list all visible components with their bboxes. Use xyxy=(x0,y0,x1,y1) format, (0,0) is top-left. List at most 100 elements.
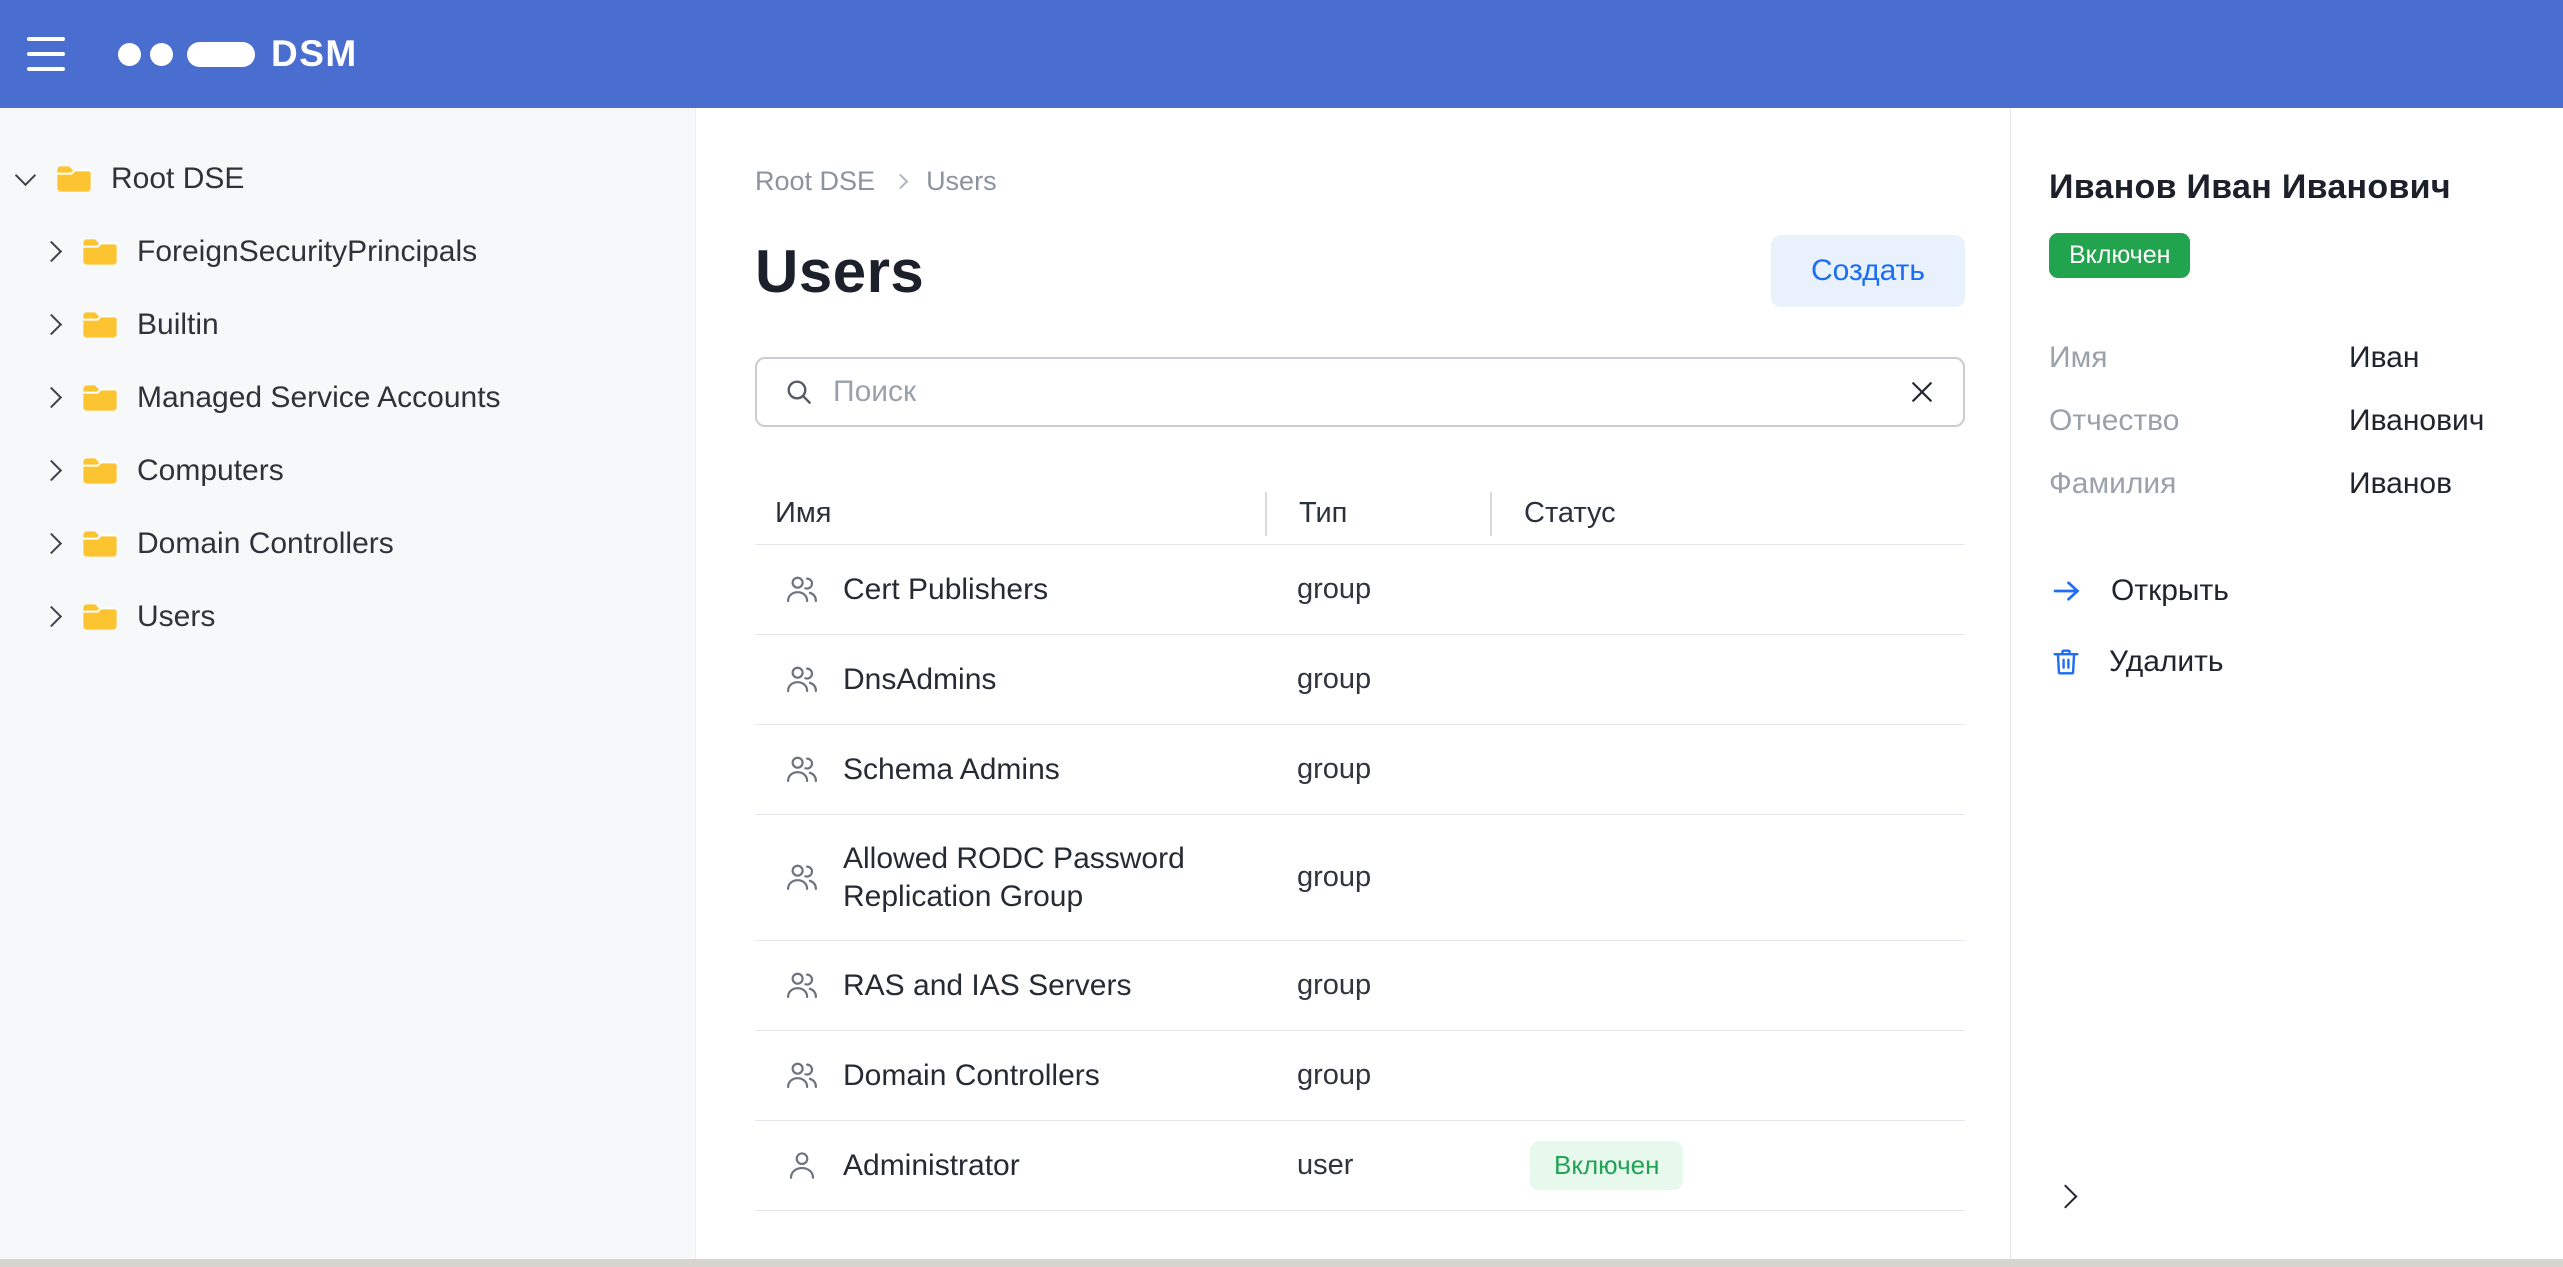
chevron-right-icon[interactable] xyxy=(41,241,62,262)
column-header-type: Тип xyxy=(1265,492,1490,536)
folder-icon xyxy=(81,382,119,414)
tree-node-label: Managed Service Accounts xyxy=(137,381,501,415)
breadcrumb-parent[interactable]: Root DSE xyxy=(755,166,875,197)
page-title: Users xyxy=(755,237,924,306)
collapse-panel-button[interactable] xyxy=(2057,1179,2091,1213)
search-input[interactable] xyxy=(833,375,1907,409)
group-icon xyxy=(783,1057,821,1095)
folder-icon xyxy=(81,601,119,633)
arrow-right-icon xyxy=(2049,573,2085,609)
logo-dot-icon xyxy=(150,43,173,66)
object-name: Domain Controllers xyxy=(843,1057,1100,1095)
open-action[interactable]: Открыть xyxy=(2049,573,2563,609)
object-name: Allowed RODC Password Replication Group xyxy=(843,840,1235,915)
close-icon xyxy=(1907,377,1937,407)
object-name: Schema Admins xyxy=(843,751,1060,789)
main-content: Root DSE Users Users Создать Имя Тип Ста… xyxy=(697,108,2009,1259)
logo-pill-icon xyxy=(187,42,255,67)
hamburger-menu-icon[interactable] xyxy=(27,37,65,71)
field-value: Иван xyxy=(2349,341,2419,375)
chevron-right-icon xyxy=(2053,1184,2077,1208)
brand-name: DSM xyxy=(271,33,358,75)
folder-icon xyxy=(55,163,93,195)
folder-icon xyxy=(81,528,119,560)
chevron-right-icon[interactable] xyxy=(41,387,62,408)
field-row: Фамилия Иванов xyxy=(2049,452,2563,515)
tree-node-label: Builtin xyxy=(137,308,219,342)
table-row[interactable]: Allowed RODC Password Replication Group … xyxy=(755,815,1965,941)
field-row: Отчество Иванович xyxy=(2049,389,2563,452)
breadcrumb-chevron-icon xyxy=(893,174,909,190)
group-icon xyxy=(783,967,821,1005)
group-icon xyxy=(783,571,821,609)
search-box[interactable] xyxy=(755,357,1965,427)
object-type: group xyxy=(1265,861,1490,894)
details-panel: Иванов Иван Иванович Включен Имя Иван От… xyxy=(2010,108,2563,1259)
chevron-right-icon[interactable] xyxy=(41,606,62,627)
tree-node-label: ForeignSecurityPrincipals xyxy=(137,235,477,269)
chevron-right-icon[interactable] xyxy=(41,460,62,481)
delete-action-label: Удалить xyxy=(2109,645,2224,679)
field-value: Иванов xyxy=(2349,467,2452,501)
folder-icon xyxy=(81,309,119,341)
tree-node-computers[interactable]: Computers xyxy=(0,434,695,507)
tree-node-foreignsecurityprincipals[interactable]: ForeignSecurityPrincipals xyxy=(0,215,695,288)
chevron-right-icon[interactable] xyxy=(41,314,62,335)
taskbar-edge xyxy=(0,1259,2563,1267)
folder-icon xyxy=(81,455,119,487)
trash-icon xyxy=(2049,645,2083,679)
tree-node-users[interactable]: Users xyxy=(0,580,695,653)
column-header-status: Статус xyxy=(1490,492,1965,536)
column-header-name: Имя xyxy=(755,492,1265,536)
field-value: Иванович xyxy=(2349,404,2484,438)
group-icon xyxy=(783,859,821,897)
directory-tree-sidebar: Root DSE ForeignSecurityPrincipals Built… xyxy=(0,108,696,1259)
object-type: group xyxy=(1265,573,1490,606)
open-action-label: Открыть xyxy=(2111,574,2229,608)
table-row[interactable]: RAS and IAS Servers group xyxy=(755,941,1965,1031)
object-name: DnsAdmins xyxy=(843,661,996,699)
breadcrumb-current: Users xyxy=(926,166,997,197)
group-icon xyxy=(783,751,821,789)
table-row[interactable]: DnsAdmins group xyxy=(755,635,1965,725)
user-icon xyxy=(783,1147,821,1185)
object-type: group xyxy=(1265,663,1490,696)
field-label: Имя xyxy=(2049,341,2349,375)
field-row: Имя Иван xyxy=(2049,326,2563,389)
details-fields: Имя Иван Отчество Иванович Фамилия Ивано… xyxy=(2049,326,2563,515)
table-row[interactable]: Schema Admins group xyxy=(755,725,1965,815)
delete-action[interactable]: Удалить xyxy=(2049,645,2563,679)
field-label: Фамилия xyxy=(2049,467,2349,501)
selected-object-title: Иванов Иван Иванович xyxy=(2049,168,2563,207)
breadcrumb: Root DSE Users xyxy=(755,166,1965,197)
create-button[interactable]: Создать xyxy=(1771,235,1965,307)
table-row[interactable]: Administrator user Включен xyxy=(755,1121,1965,1211)
tree-node-domain-controllers[interactable]: Domain Controllers xyxy=(0,507,695,580)
object-type: user xyxy=(1265,1149,1490,1182)
object-type: group xyxy=(1265,1059,1490,1092)
group-icon xyxy=(783,661,821,699)
status-badge: Включен xyxy=(1530,1141,1683,1190)
tree-node-root-dse[interactable]: Root DSE xyxy=(0,142,695,215)
clear-search-button[interactable] xyxy=(1907,377,1937,407)
object-name: Administrator xyxy=(843,1147,1020,1185)
tree-node-managed-service-accounts[interactable]: Managed Service Accounts xyxy=(0,361,695,434)
chevron-down-icon[interactable] xyxy=(15,165,36,186)
objects-table: Имя Тип Статус Cert Publishers group xyxy=(755,483,1965,1211)
top-bar: DSM xyxy=(0,0,2563,108)
table-row[interactable]: Cert Publishers group xyxy=(755,545,1965,635)
object-name: RAS and IAS Servers xyxy=(843,967,1131,1005)
tree-node-label: Root DSE xyxy=(111,162,244,196)
table-row[interactable]: Domain Controllers group xyxy=(755,1031,1965,1121)
chevron-right-icon[interactable] xyxy=(41,533,62,554)
field-label: Отчество xyxy=(2049,404,2349,438)
tree-node-label: Users xyxy=(137,600,215,634)
tree-node-label: Domain Controllers xyxy=(137,527,394,561)
table-header-row: Имя Тип Статус xyxy=(755,483,1965,545)
object-type: group xyxy=(1265,753,1490,786)
object-name: Cert Publishers xyxy=(843,571,1048,609)
tree-node-builtin[interactable]: Builtin xyxy=(0,288,695,361)
logo-dot-icon xyxy=(118,43,141,66)
app-logo: DSM xyxy=(118,33,358,75)
tree-node-label: Computers xyxy=(137,454,284,488)
